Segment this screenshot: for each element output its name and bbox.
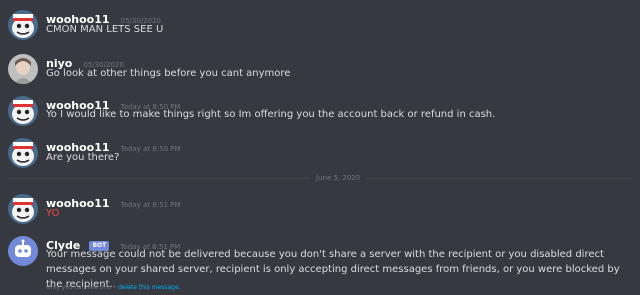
- ephemeral-text: Only you can see this •: [46, 284, 117, 291]
- message-content: Yo I would like to make things right so …: [46, 109, 496, 120]
- cartoon-avatar-icon: [8, 194, 38, 224]
- user-avatar[interactable]: [8, 194, 38, 224]
- message-header: woohoo11 Today at 8:51 PM: [46, 192, 181, 211]
- message-timestamp: Today at 8:50 PM: [120, 145, 181, 153]
- clyde-avatar[interactable]: [8, 236, 38, 266]
- cartoon-avatar-icon: [8, 96, 38, 126]
- message-content: Go look at other things before you cant …: [46, 68, 291, 79]
- clyde-bot-icon: [8, 236, 38, 266]
- message-item: woohoo11 Today at 8:50 PM Are you there?: [0, 136, 640, 170]
- message-content: YO: [46, 208, 60, 219]
- user-avatar[interactable]: [8, 54, 38, 84]
- user-avatar[interactable]: [8, 96, 38, 126]
- user-avatar[interactable]: [8, 138, 38, 168]
- delete-message-link[interactable]: delete this message.: [118, 284, 181, 291]
- message-item: niyo 05/30/2020 Go look at other things …: [0, 52, 640, 86]
- photo-avatar-icon: [8, 54, 38, 84]
- message-content: CMON MAN LETS SEE U: [46, 24, 164, 35]
- ephemeral-note: Only you can see this • delete this mess…: [46, 284, 181, 291]
- message-content: Are you there?: [46, 152, 120, 163]
- cartoon-avatar-icon: [8, 138, 38, 168]
- cartoon-avatar-icon: [8, 10, 38, 40]
- message-item: woohoo11 Today at 8:50 PM Yo I would lik…: [0, 94, 640, 128]
- message-item: woohoo11 05/30/2020 CMON MAN LETS SEE U: [0, 8, 640, 42]
- message-item: woohoo11 Today at 8:51 PM YO: [0, 192, 640, 226]
- date-divider-label: June 5, 2020: [310, 174, 367, 183]
- message-timestamp: Today at 8:51 PM: [120, 201, 181, 209]
- user-avatar[interactable]: [8, 10, 38, 40]
